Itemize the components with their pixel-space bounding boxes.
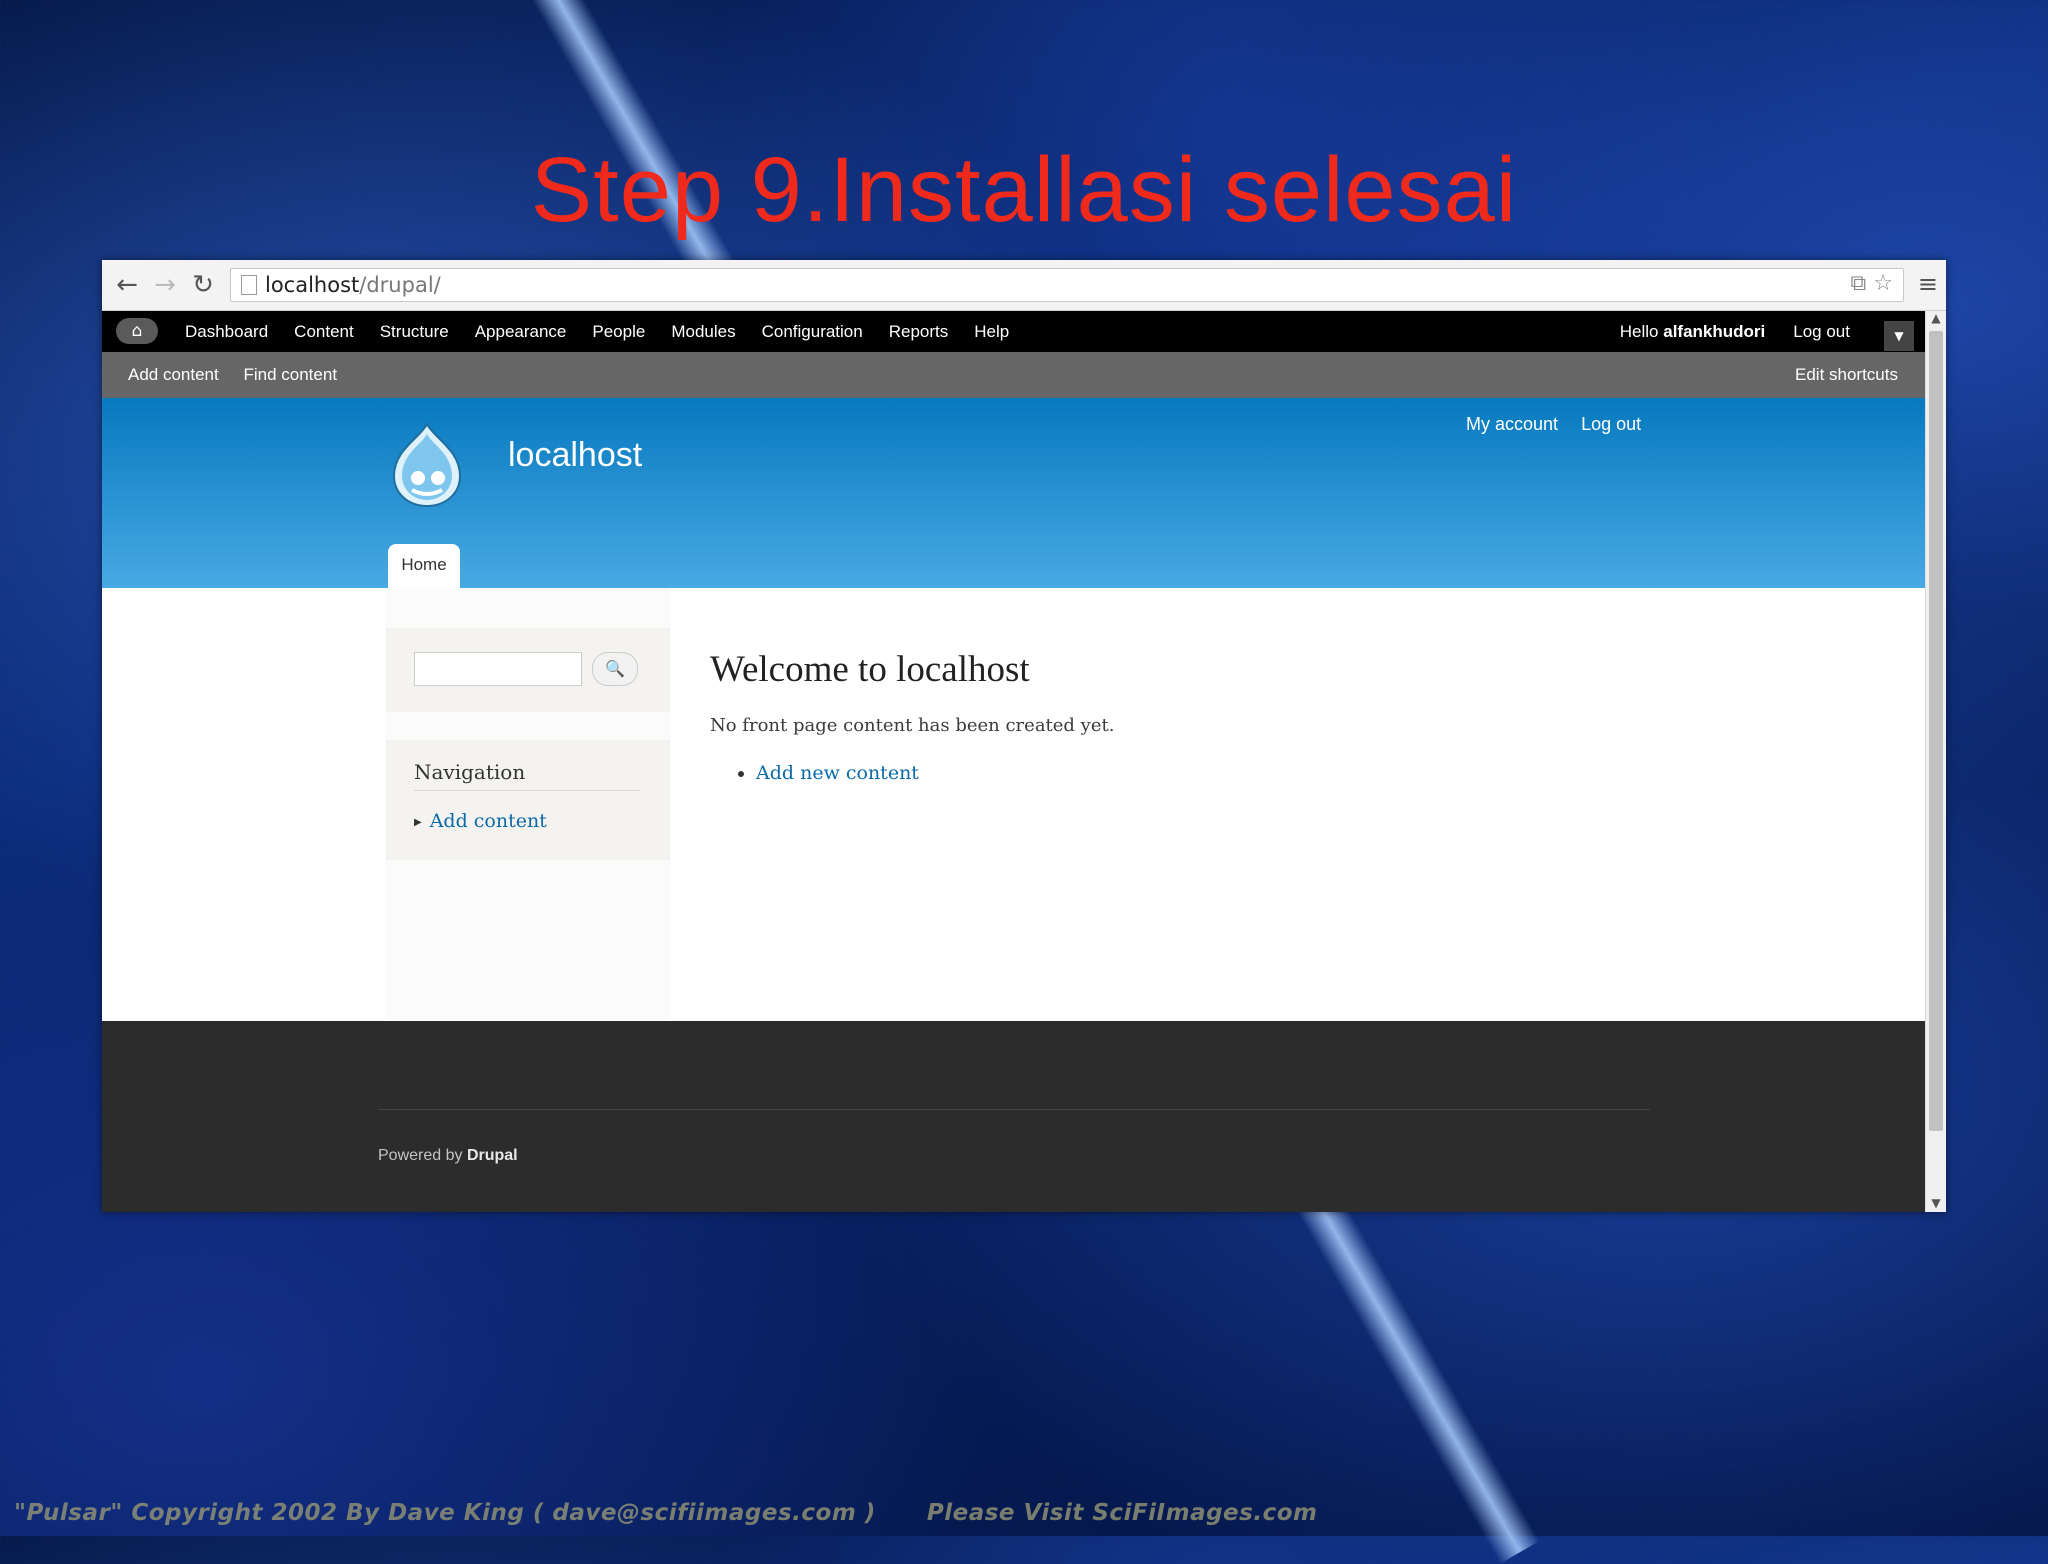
drupal-link[interactable]: Drupal [467,1147,518,1164]
background-copyright: "Pulsar" Copyright 2002 By Dave King ( d… [14,1500,1318,1526]
address-bar-icons: ⧉ ☆ [1851,271,1893,296]
toolbar-people[interactable]: People [579,311,658,352]
footer-divider [378,1109,1650,1110]
translate-icon[interactable]: ⧉ [1851,271,1867,296]
page-title: Welcome to localhost [710,649,1030,690]
page-scrollbar[interactable]: ▲ ▼ [1925,311,1946,1212]
edit-shortcuts-link[interactable]: Edit shortcuts [1795,352,1898,398]
content-area: 🔍 Navigation ▶ Add content Welcome to loc… [102,588,1926,1020]
back-icon[interactable]: ← [112,270,142,300]
drupal-logo-icon[interactable] [382,420,472,510]
page-viewport: ⌂ Dashboard Content Structure Appearance… [102,311,1926,1212]
home-icon[interactable]: ⌂ [116,318,158,344]
shortcuts-bar: Add content Find content Edit shortcuts [102,352,1926,398]
toolbar-dashboard[interactable]: Dashboard [172,311,281,352]
my-account-link[interactable]: My account [1466,414,1558,434]
secondary-menu: My account Log out [1466,414,1659,435]
username[interactable]: alfankhudori [1663,322,1765,341]
shortcuts-toggle-icon[interactable]: ▼ [1884,320,1914,351]
nav-item-add-content[interactable]: ▶ Add content [414,810,547,832]
reload-icon[interactable]: ↻ [188,270,218,300]
admin-menu: Dashboard Content Structure Appearance P… [172,311,1022,352]
toolbar-help[interactable]: Help [961,311,1022,352]
browser-window: ← → ↻ localhost/drupal/ ⧉ ☆ ≡ ⌂ Dashboar… [102,260,1946,1212]
url-text: localhost/drupal/ [265,273,441,297]
site-footer: Powered by Drupal [102,1021,1926,1212]
powered-prefix: Powered by [378,1147,463,1164]
navigation-block: Navigation ▶ Add content [386,740,670,860]
site-header: localhost My account Log out Home [102,398,1926,588]
forward-icon[interactable]: → [150,270,180,300]
scroll-up-icon[interactable]: ▲ [1926,311,1946,329]
toolbar-appearance[interactable]: Appearance [462,311,580,352]
nav-item-label[interactable]: Add content [430,810,547,832]
site-name[interactable]: localhost [508,436,642,475]
toolbar-content[interactable]: Content [281,311,367,352]
star-icon[interactable]: ☆ [1873,271,1893,296]
add-new-content-link[interactable]: Add new content [756,762,919,784]
tab-home[interactable]: Home [388,544,460,588]
browser-menu-icon[interactable]: ≡ [1918,270,1938,298]
shortcut-find-content[interactable]: Find content [243,365,337,384]
toolbar-configuration[interactable]: Configuration [749,311,876,352]
main-content: Welcome to localhost No front page conte… [710,648,1114,784]
search-icon[interactable]: 🔍 [592,652,638,686]
slide-title: Step 9.Installasi selesai [530,139,1518,241]
toolbar-user-area: Hello alfankhudori Log out ▼ [1620,311,1914,352]
navigation-title: Navigation [414,760,640,791]
content-links: Add new content [710,762,1114,784]
powered-by: Powered by Drupal [378,1147,518,1165]
empty-message: No front page content has been created y… [710,715,1115,736]
light-beam-bottom [1290,1177,1540,1564]
search-input[interactable] [414,652,582,686]
toolbar-modules[interactable]: Modules [658,311,748,352]
header-logout-link[interactable]: Log out [1581,414,1641,434]
hello-user: Hello alfankhudori [1620,322,1766,342]
address-bar[interactable]: localhost/drupal/ ⧉ ☆ [230,268,1904,302]
scroll-down-icon[interactable]: ▼ [1926,1196,1946,1210]
search-block: 🔍 [386,628,670,712]
shortcut-add-content[interactable]: Add content [128,365,219,384]
hello-prefix: Hello [1619,321,1659,341]
page-icon [241,275,257,295]
shortcuts-list: Add content Find content [128,352,357,398]
toolbar-logout[interactable]: Log out [1793,322,1850,342]
scrollbar-thumb[interactable] [1929,331,1943,1131]
browser-chrome: ← → ↻ localhost/drupal/ ⧉ ☆ ≡ [102,260,1946,311]
url-host: localhost [265,273,360,297]
toolbar-structure[interactable]: Structure [367,311,462,352]
list-item: Add new content [756,762,1114,784]
url-path: /drupal/ [359,273,441,297]
admin-toolbar: ⌂ Dashboard Content Structure Appearance… [102,311,1926,352]
bullet-icon: ▶ [414,816,422,828]
toolbar-reports[interactable]: Reports [876,311,962,352]
